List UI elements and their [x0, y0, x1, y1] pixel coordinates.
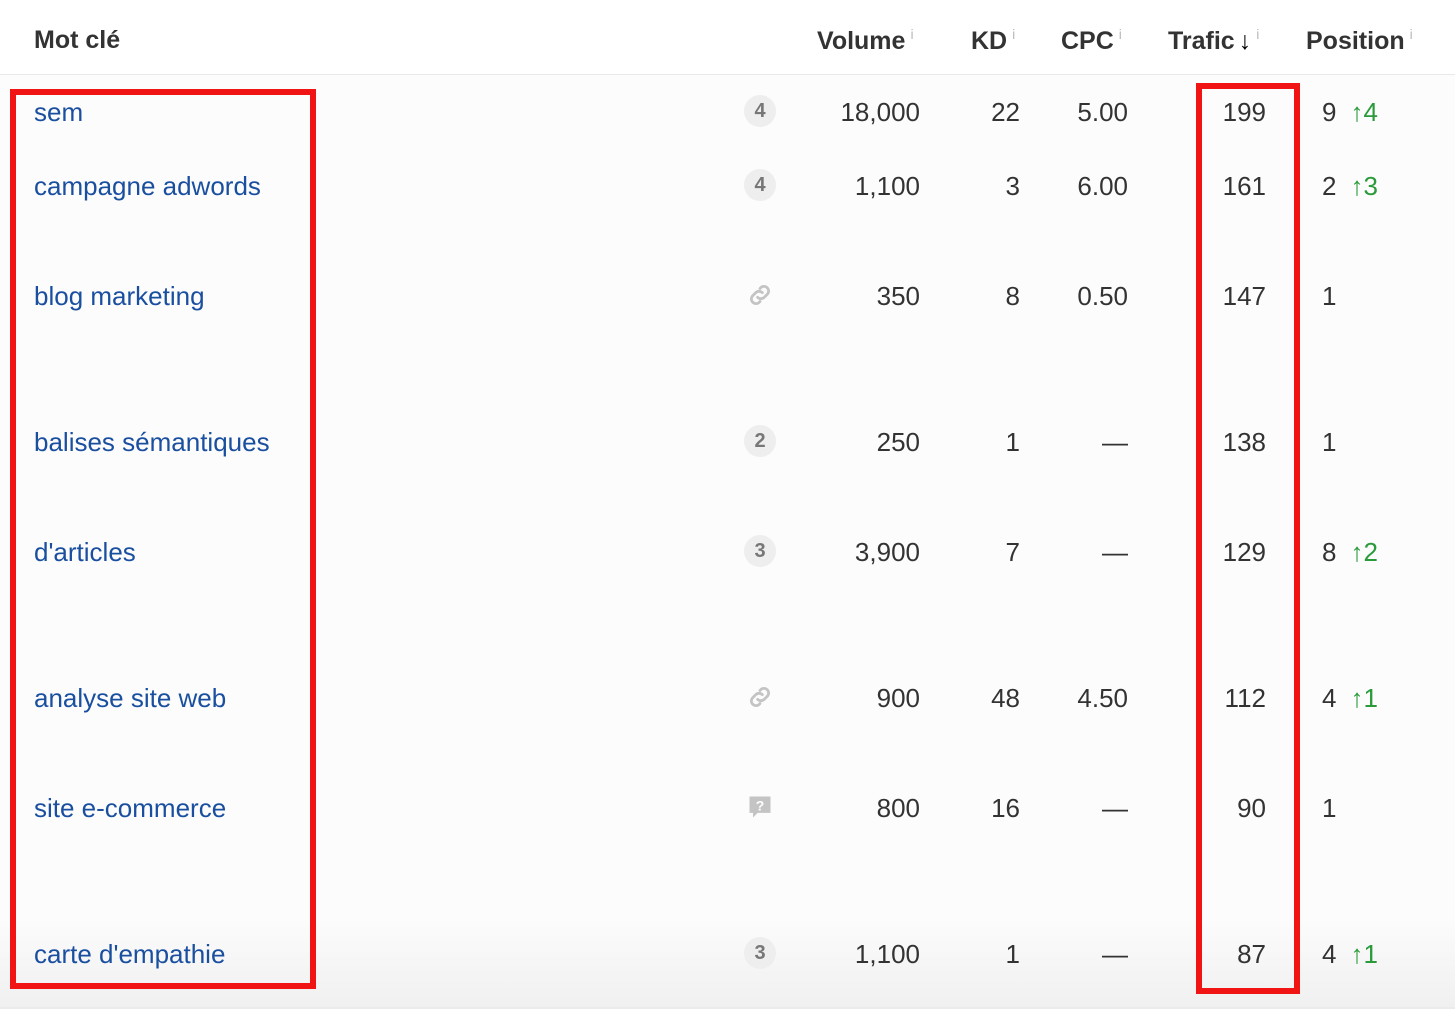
traffic-value: 138	[1222, 427, 1266, 457]
sort-desc-icon: ↓	[1238, 27, 1252, 55]
position-value: 4	[1322, 683, 1337, 713]
info-icon[interactable]: i	[910, 26, 913, 42]
col-traffic[interactable]: Trafic ↓ i	[1168, 26, 1259, 56]
volume-value: 3,900	[854, 537, 920, 567]
keyword-link[interactable]: blog marketing	[34, 281, 205, 312]
col-cpc[interactable]: CPC i	[1061, 26, 1122, 56]
position-cell: 8 ↑2	[1322, 537, 1378, 568]
position-change: ↑2	[1350, 537, 1378, 567]
kd-value: 8	[1005, 281, 1020, 311]
table-row: sem 4 18,000 22 5.00 199 9 ↑4	[0, 75, 1455, 151]
question-bubble-icon[interactable]: ?	[746, 793, 774, 821]
position-cell: 1	[1322, 427, 1350, 458]
serp-features-badge[interactable]: 3	[744, 937, 776, 969]
cpc-value: 4.50	[1077, 683, 1128, 713]
info-icon[interactable]: i	[1410, 26, 1413, 42]
position-cell: 9 ↑4	[1322, 97, 1378, 128]
position-value: 2	[1322, 171, 1337, 201]
position-change: ↑1	[1350, 939, 1378, 969]
svg-text:?: ?	[756, 798, 765, 814]
position-change: ↑4	[1350, 97, 1378, 127]
volume-value: 350	[876, 281, 920, 311]
cpc-value: —	[1102, 537, 1128, 567]
kd-value: 1	[1005, 939, 1020, 969]
position-value: 1	[1322, 427, 1337, 457]
traffic-value: 90	[1237, 793, 1266, 823]
info-icon[interactable]: i	[1256, 26, 1259, 42]
col-keyword[interactable]: Mot clé	[34, 26, 120, 55]
traffic-value: 129	[1222, 537, 1266, 567]
cpc-value: 0.50	[1077, 281, 1128, 311]
table-row: balises sémantiques 2 250 1 — 138 1	[0, 405, 1455, 517]
position-value: 1	[1322, 281, 1337, 311]
volume-value: 1,100	[854, 939, 920, 969]
position-cell: 4 ↑1	[1322, 939, 1378, 970]
link-icon[interactable]	[746, 281, 774, 309]
info-icon[interactable]: i	[1012, 26, 1015, 42]
volume-value: 800	[876, 793, 920, 823]
col-kd[interactable]: KD i	[971, 26, 1015, 56]
keyword-link[interactable]: analyse site web	[34, 683, 226, 714]
kd-value: 16	[991, 793, 1020, 823]
table-header: Mot clé Volume i KD i CPC i Trafic ↓ i Positi…	[0, 0, 1455, 76]
kd-value: 7	[1005, 537, 1020, 567]
position-cell: 1	[1322, 281, 1350, 312]
position-value: 9	[1322, 97, 1337, 127]
cpc-value: —	[1102, 427, 1128, 457]
kd-value: 3	[1005, 171, 1020, 201]
serp-features-badge[interactable]: 3	[744, 535, 776, 567]
volume-value: 1,100	[854, 171, 920, 201]
position-change: ↑1	[1350, 683, 1378, 713]
table-row: analyse site web 900 48 4.50 112 4 ↑1	[0, 661, 1455, 773]
position-cell: 1	[1322, 793, 1350, 824]
cpc-value: —	[1102, 793, 1128, 823]
kd-value: 22	[991, 97, 1020, 127]
col-position[interactable]: Position i	[1306, 26, 1413, 56]
traffic-value: 161	[1222, 171, 1266, 201]
link-icon[interactable]	[746, 683, 774, 711]
volume-value: 18,000	[840, 97, 920, 127]
traffic-value: 199	[1222, 97, 1266, 127]
table-row: carte d'empathie 3 1,100 1 — 87 4 ↑1	[0, 917, 1455, 1009]
keyword-link[interactable]: site e-commerce	[34, 793, 226, 824]
table-row: d'articles 3 3,900 7 — 129 8 ↑2	[0, 515, 1455, 663]
cpc-value: 6.00	[1077, 171, 1128, 201]
keyword-link[interactable]: carte d'empathie	[34, 939, 225, 970]
position-value: 4	[1322, 939, 1337, 969]
volume-value: 250	[876, 427, 920, 457]
traffic-value: 87	[1237, 939, 1266, 969]
cpc-value: —	[1102, 939, 1128, 969]
keyword-link[interactable]: balises sémantiques	[34, 427, 270, 458]
table-row: site e-commerce? 800 16 — 90 1	[0, 771, 1455, 919]
table-row: campagne adwords 4 1,100 3 6.00 161 2 ↑3	[0, 149, 1455, 261]
traffic-value: 147	[1222, 281, 1266, 311]
volume-value: 900	[876, 683, 920, 713]
position-value: 8	[1322, 537, 1337, 567]
position-value: 1	[1322, 793, 1337, 823]
keyword-link[interactable]: sem	[34, 97, 83, 128]
kd-value: 1	[1005, 427, 1020, 457]
serp-features-badge[interactable]: 4	[744, 169, 776, 201]
keyword-link[interactable]: campagne adwords	[34, 171, 261, 202]
serp-features-badge[interactable]: 2	[744, 425, 776, 457]
col-volume[interactable]: Volume i	[817, 26, 914, 56]
info-icon[interactable]: i	[1119, 26, 1122, 42]
kd-value: 48	[991, 683, 1020, 713]
position-cell: 4 ↑1	[1322, 683, 1378, 714]
traffic-value: 112	[1224, 683, 1266, 713]
table-row: blog marketing 350 8 0.50 147 1	[0, 259, 1455, 407]
position-cell: 2 ↑3	[1322, 171, 1378, 202]
keyword-link[interactable]: d'articles	[34, 537, 136, 568]
serp-features-badge[interactable]: 4	[744, 95, 776, 127]
cpc-value: 5.00	[1077, 97, 1128, 127]
position-change: ↑3	[1350, 171, 1378, 201]
